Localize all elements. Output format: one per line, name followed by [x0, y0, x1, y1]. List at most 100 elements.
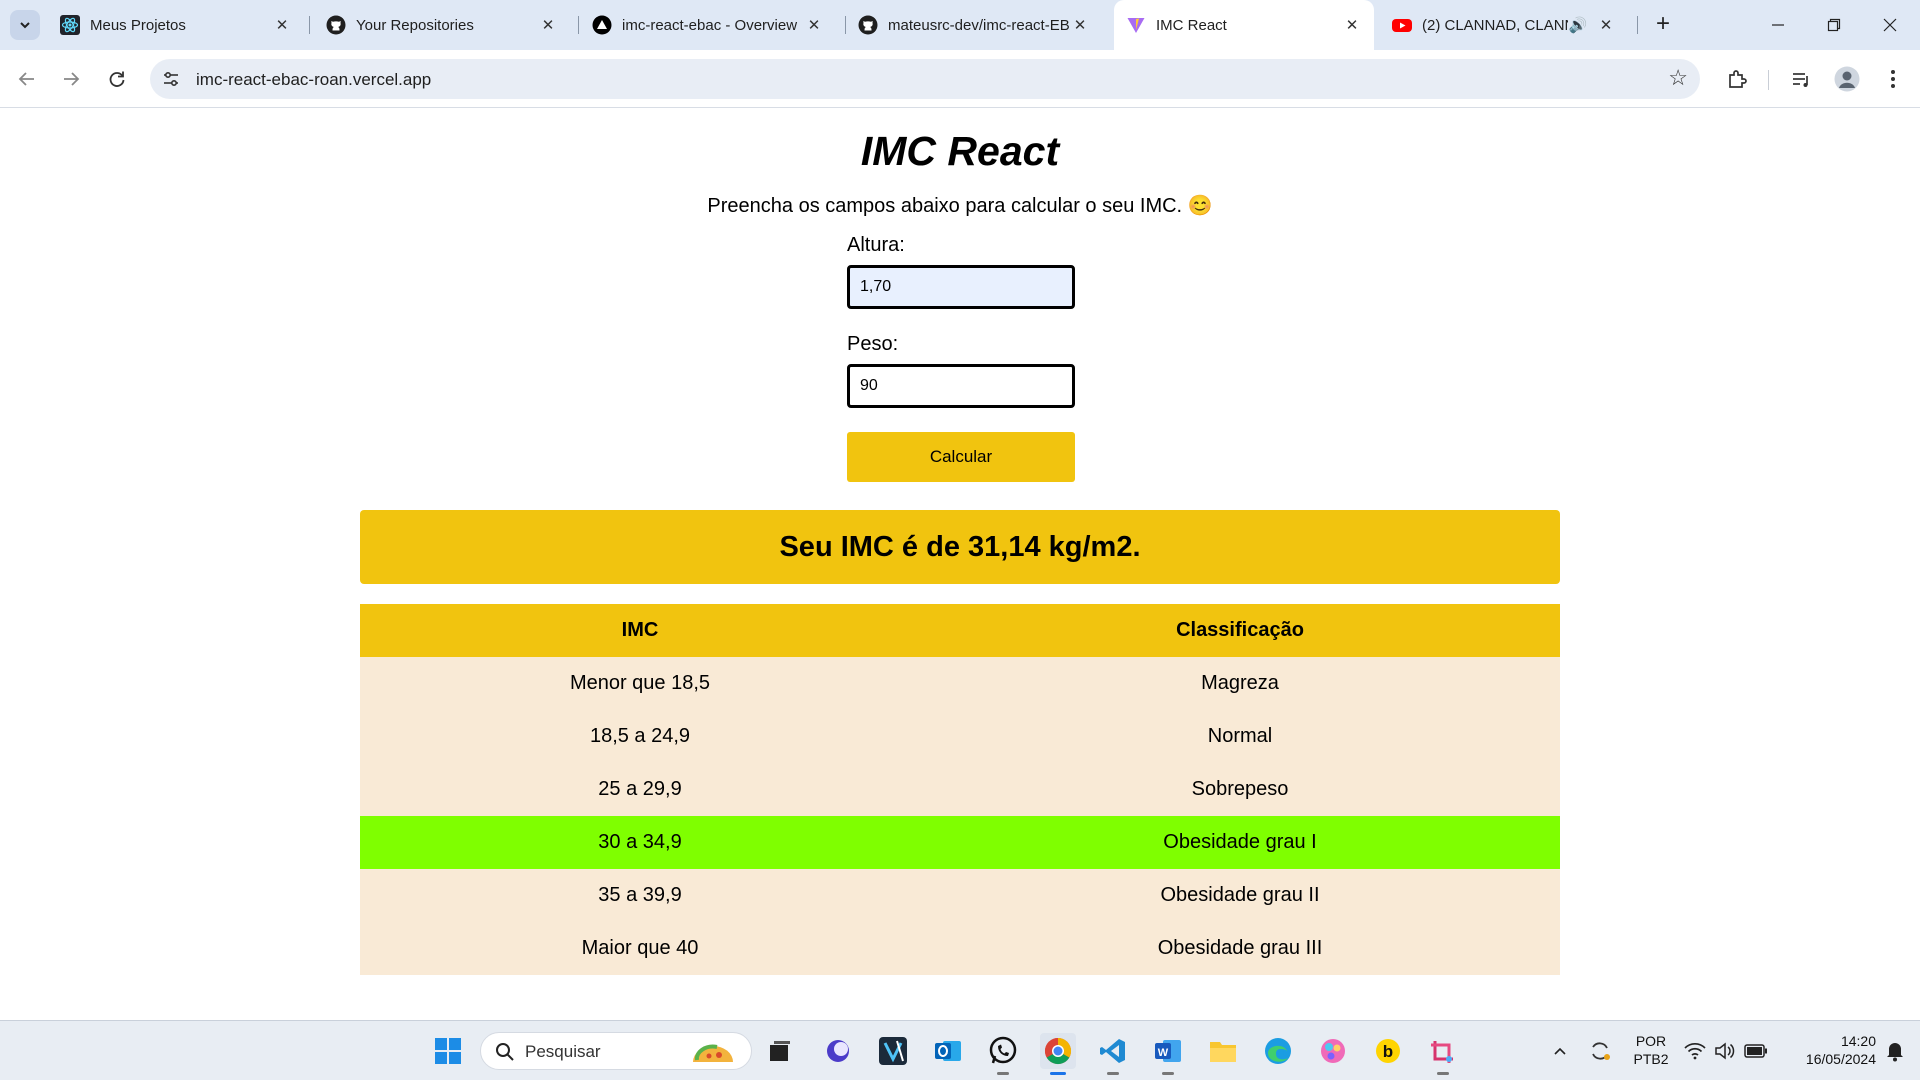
imc-table: IMC Classificação Menor que 18,5 Magreza… — [360, 604, 1560, 975]
imc-result: Seu IMC é de 31,14 kg/m2. — [360, 510, 1560, 584]
tab-your-repositories[interactable]: Your Repositories ✕ — [314, 8, 570, 42]
restore-icon — [1827, 18, 1841, 32]
reload-button[interactable] — [102, 64, 132, 94]
taskbar-search[interactable]: Pesquisar — [480, 1032, 752, 1070]
battery-icon[interactable] — [1742, 1033, 1770, 1069]
capcut-icon[interactable] — [875, 1033, 911, 1069]
vscode-icon[interactable] — [1095, 1033, 1131, 1075]
tab-strip: Meus Projetos ✕ Your Repositories ✕ imc-… — [0, 0, 1920, 50]
tab-github-repo[interactable]: mateusrc-dev/imc-react-EBAC ✕ — [846, 8, 1102, 42]
media-controls-icon[interactable] — [1786, 64, 1816, 94]
close-icon — [1883, 18, 1897, 32]
tab-title: imc-react-ebac - Overview — [622, 16, 798, 34]
notification-bell-icon[interactable] — [1880, 1033, 1910, 1069]
close-tab-icon[interactable]: ✕ — [272, 15, 292, 35]
height-input[interactable] — [847, 265, 1075, 309]
page-content: IMC React Preencha os campos abaixo para… — [0, 108, 1920, 1020]
search-icon — [496, 1043, 514, 1061]
react-icon — [60, 15, 80, 35]
minimize-button[interactable] — [1750, 0, 1806, 50]
tab-title: (2) CLANNAD, CLANNAD — [1422, 16, 1568, 34]
table-cell-classification: Obesidade grau I — [920, 816, 1560, 869]
clock-time: 14:20 — [1840, 1033, 1876, 1049]
chevron-down-icon — [20, 22, 30, 29]
url-text[interactable]: imc-react-ebac-roan.vercel.app — [196, 70, 431, 90]
page-title: IMC React — [860, 128, 1060, 174]
tab-imc-react[interactable]: IMC React ✕ — [1114, 0, 1374, 50]
github-icon — [326, 15, 346, 35]
keyboard-layout: PTB2 — [1633, 1051, 1669, 1067]
height-label: Altura: — [847, 234, 905, 256]
new-tab-button[interactable]: + — [1650, 12, 1676, 38]
search-placeholder: Pesquisar — [525, 1042, 601, 1061]
svg-text:b: b — [1383, 1042, 1393, 1061]
restore-button[interactable] — [1806, 0, 1862, 50]
file-explorer-icon[interactable] — [1205, 1033, 1241, 1069]
chrome-icon[interactable] — [1040, 1033, 1076, 1075]
reload-icon — [109, 71, 125, 87]
arrow-right-icon — [64, 72, 80, 86]
tab-meus-projetos[interactable]: Meus Projetos ✕ — [48, 8, 304, 42]
close-tab-icon[interactable]: ✕ — [1070, 15, 1090, 35]
svg-text:W: W — [1158, 1047, 1169, 1059]
close-tab-icon[interactable]: ✕ — [1596, 15, 1616, 35]
imc-form: Altura: Peso: Calcular — [847, 234, 1075, 482]
back-button[interactable] — [12, 64, 42, 94]
table-header-row: IMC Classificação — [360, 604, 1560, 657]
close-tab-icon[interactable]: ✕ — [804, 15, 824, 35]
calculate-button[interactable]: Calcular — [847, 432, 1075, 482]
whatsapp-icon[interactable] — [985, 1033, 1021, 1075]
table-cell-imc: 30 a 34,9 — [360, 816, 920, 869]
start-button[interactable] — [430, 1033, 466, 1069]
tab-vercel-overview[interactable]: imc-react-ebac - Overview ✕ — [580, 8, 836, 42]
tab-title: mateusrc-dev/imc-react-EBAC — [888, 16, 1070, 34]
weight-input[interactable] — [847, 364, 1075, 408]
table-cell-imc: Menor que 18,5 — [360, 657, 920, 710]
windows-icon — [435, 1038, 461, 1064]
forward-button[interactable] — [56, 64, 86, 94]
page-subtitle: Preencha os campos abaixo para calcular … — [707, 195, 1213, 217]
sync-icon[interactable] — [1585, 1033, 1615, 1069]
youtube-icon — [1392, 15, 1412, 35]
paint-app-icon[interactable] — [1315, 1033, 1351, 1069]
weight-label: Peso: — [847, 333, 899, 355]
circle-app-icon[interactable] — [820, 1033, 856, 1069]
more-menu-icon[interactable] — [1878, 64, 1908, 94]
language-code: POR — [1635, 1033, 1667, 1049]
table-cell-classification: Obesidade grau III — [920, 922, 1560, 975]
vite-icon — [1126, 15, 1146, 35]
table-header-imc: IMC — [360, 604, 920, 657]
address-bar[interactable]: imc-react-ebac-roan.vercel.app ☆ — [150, 59, 1700, 99]
avatar[interactable] — [1832, 64, 1862, 94]
minimize-icon — [1772, 24, 1784, 26]
site-settings-icon[interactable] — [160, 68, 182, 90]
table-cell-imc: 25 a 29,9 — [360, 763, 920, 816]
outlook-icon[interactable] — [930, 1033, 966, 1069]
table-cell-imc: Maior que 40 — [360, 922, 920, 975]
table-row: 35 a 39,9 Obesidade grau II — [360, 869, 1560, 922]
audio-playing-icon[interactable]: 🔊 — [1568, 15, 1588, 35]
edge-icon[interactable] — [1260, 1033, 1296, 1069]
word-icon[interactable]: W — [1150, 1033, 1186, 1075]
tab-title: IMC React — [1156, 16, 1227, 34]
show-hidden-icons-chevron-up-icon[interactable] — [1545, 1033, 1575, 1069]
tab-title: Meus Projetos — [90, 16, 186, 34]
arrow-left-icon — [18, 72, 34, 86]
snipping-tool-icon[interactable] — [1425, 1033, 1461, 1075]
extensions-icon[interactable] — [1722, 64, 1752, 94]
browser-toolbar: imc-react-ebac-roan.vercel.app ☆ — [0, 50, 1920, 108]
clock-date: 16/05/2024 — [1805, 1051, 1876, 1067]
volume-icon[interactable] — [1712, 1033, 1738, 1069]
language-indicator[interactable]: POR PTB2 — [1622, 1032, 1680, 1068]
clock[interactable]: 14:20 16/05/2024 — [1780, 1032, 1876, 1068]
close-tab-icon[interactable]: ✕ — [538, 15, 558, 35]
task-view-icon[interactable] — [762, 1033, 798, 1069]
bookmark-star-icon[interactable]: ☆ — [1668, 67, 1688, 89]
table-row: 18,5 a 24,9 Normal — [360, 710, 1560, 763]
tab-search-button[interactable] — [10, 10, 40, 40]
b-app-icon[interactable]: b — [1370, 1033, 1406, 1069]
tab-youtube[interactable]: (2) CLANNAD, CLANNAD 🔊 ✕ — [1380, 8, 1628, 42]
close-window-button[interactable] — [1862, 0, 1918, 50]
close-tab-icon[interactable]: ✕ — [1342, 15, 1362, 35]
wifi-icon[interactable] — [1682, 1033, 1708, 1069]
